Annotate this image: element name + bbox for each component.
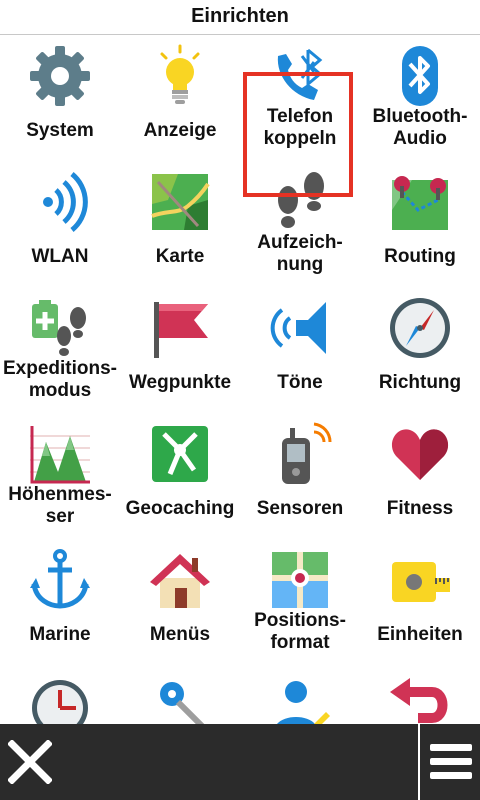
gear-icon [30, 46, 90, 106]
settings-item-map[interactable]: Karte [120, 160, 240, 286]
settings-item-label: Geocaching [125, 498, 235, 519]
user-edit-icon [277, 681, 330, 724]
settings-item-label: Routing [384, 246, 456, 267]
settings-item-altimeter[interactable]: Höhenmes-ser [0, 412, 120, 538]
anchor-icon [30, 549, 90, 609]
settings-item-waypoints[interactable]: Wegpunkte [120, 286, 240, 412]
settings-item-reset[interactable] [360, 664, 480, 724]
settings-item-wlan[interactable]: WLAN [0, 160, 120, 286]
map-icon [151, 174, 210, 230]
keys-icon [160, 682, 205, 724]
settings-item-time[interactable] [0, 664, 120, 724]
settings-item-label: Sensoren [256, 498, 344, 519]
position-map-icon [272, 552, 328, 608]
tape-measure-icon [392, 562, 450, 602]
settings-item-label: Töne [277, 372, 323, 393]
settings-item-bluetooth-audio[interactable]: Bluetooth- Audio [360, 34, 480, 160]
bar-divider [418, 724, 420, 800]
altimeter-icon [30, 424, 90, 484]
flag-icon [154, 302, 208, 358]
settings-item-profiles[interactable] [240, 664, 360, 724]
route-pins-icon [392, 176, 448, 230]
settings-item-marine[interactable]: Marine [0, 538, 120, 664]
settings-item-units[interactable]: Einheiten [360, 538, 480, 664]
settings-item-fitness[interactable]: Fitness [360, 412, 480, 538]
title-bar: Einrichten [0, 0, 480, 35]
footprints-icon [278, 172, 324, 228]
battery-footprints-icon [32, 300, 86, 356]
settings-item-label: Wegpunkte [128, 372, 232, 393]
sensor-device-icon [282, 422, 332, 484]
return-arrow-icon [390, 678, 448, 723]
settings-item-label: Telefon koppeln [263, 106, 337, 149]
house-icon [150, 554, 210, 608]
settings-item-label: Einheiten [377, 624, 463, 645]
settings-item-label: WLAN [31, 246, 89, 267]
compass-icon [390, 298, 450, 358]
settings-item-label: Karte [155, 246, 205, 267]
close-icon[interactable] [8, 740, 52, 784]
settings-item-label: Aufzeich-nung [257, 232, 343, 275]
settings-item-tones[interactable]: Töne [240, 286, 360, 412]
bluetooth-icon [402, 46, 438, 106]
settings-item-geocaching[interactable]: Geocaching [120, 412, 240, 538]
settings-item-sensors[interactable]: Sensoren [240, 412, 360, 538]
clock-icon [32, 680, 88, 724]
settings-item-label: Positions-format [254, 610, 346, 653]
settings-item-routing[interactable]: Routing [360, 160, 480, 286]
settings-item-label: Menüs [149, 624, 211, 645]
settings-item-label: Höhenmes-ser [8, 484, 112, 527]
bottom-bar [0, 724, 480, 800]
settings-item-heading[interactable]: Richtung [360, 286, 480, 412]
settings-item-label: Bluetooth- Audio [372, 106, 468, 149]
wifi-icon [43, 172, 88, 232]
settings-item-pair-phone[interactable]: Telefon koppeln [240, 34, 360, 160]
speaker-icon [270, 302, 326, 354]
settings-item-label: Anzeige [143, 120, 217, 141]
settings-item-system[interactable]: System [0, 34, 120, 160]
settings-grid: System Anzeige Telefon koppeln Bluetooth… [0, 34, 480, 724]
page-title: Einrichten [191, 5, 289, 27]
settings-item-expedition-mode[interactable]: Expeditions-modus [0, 286, 120, 412]
settings-item-label: Richtung [378, 372, 462, 393]
settings-item-label: Marine [29, 624, 91, 645]
hamburger-menu-icon[interactable] [430, 742, 472, 782]
geocache-icon [152, 426, 208, 482]
settings-item-display[interactable]: Anzeige [120, 34, 240, 160]
settings-item-recording[interactable]: Aufzeich-nung [240, 160, 360, 286]
phone-bluetooth-icon [277, 48, 323, 100]
settings-item-label: System [26, 120, 94, 141]
settings-item-label: Expeditions-modus [2, 358, 117, 401]
settings-item-position-format[interactable]: Positions-format [240, 538, 360, 664]
heart-icon [391, 429, 449, 480]
settings-item-access[interactable] [120, 664, 240, 724]
settings-item-menus[interactable]: Menüs [120, 538, 240, 664]
settings-item-label: Fitness [386, 498, 454, 519]
lightbulb-icon [160, 44, 200, 104]
